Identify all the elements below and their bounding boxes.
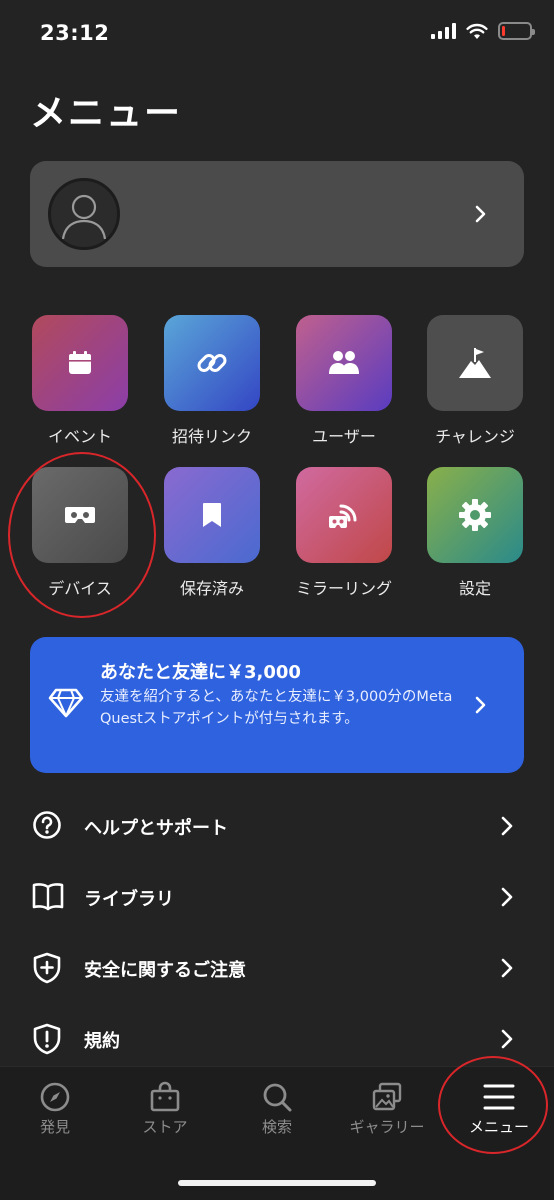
hamburger-menu-icon bbox=[483, 1084, 515, 1110]
nav-label: 検索 bbox=[261, 1118, 292, 1136]
tile-label: 保存済み bbox=[179, 579, 244, 598]
tile-label: 招待リンク bbox=[171, 427, 252, 446]
question-circle-icon bbox=[33, 811, 61, 839]
chevron-right-icon bbox=[501, 816, 513, 836]
chevron-right-icon bbox=[501, 1029, 513, 1049]
tile-users[interactable]: ユーザー bbox=[296, 315, 392, 447]
tile-saved[interactable]: 保存済み bbox=[164, 467, 260, 599]
menu-item-label: ヘルプとサポート bbox=[84, 818, 228, 839]
tile-invite-link[interactable]: 招待リンク bbox=[164, 315, 260, 447]
cellular-signal-icon bbox=[431, 23, 456, 39]
book-icon bbox=[32, 883, 64, 911]
gallery-icon bbox=[372, 1082, 402, 1111]
headset-icon bbox=[65, 507, 95, 523]
tile-label: デバイス bbox=[48, 579, 112, 598]
chevron-right-icon bbox=[501, 887, 513, 907]
menu-item-help-support[interactable]: ヘルプとサポート bbox=[0, 796, 554, 856]
nav-label: 発見 bbox=[39, 1118, 70, 1136]
tile-challenges[interactable]: チャレンジ bbox=[427, 315, 523, 447]
battery-level bbox=[502, 26, 505, 36]
menu-item-library[interactable]: ライブラリ bbox=[0, 867, 554, 927]
shopping-bag-icon bbox=[150, 1081, 180, 1112]
users-icon bbox=[329, 351, 359, 374]
wifi-icon bbox=[466, 23, 488, 39]
menu-item-label: ライブラリ bbox=[84, 889, 174, 910]
menu-item-safety[interactable]: 安全に関するご注意 bbox=[0, 938, 554, 998]
calendar-icon bbox=[69, 351, 91, 374]
tile-devices[interactable]: デバイス bbox=[32, 467, 128, 599]
nav-tab-menu[interactable]: メニュー bbox=[444, 1067, 554, 1147]
menu-item-terms[interactable]: 規約 bbox=[0, 1009, 554, 1069]
battery-icon bbox=[498, 22, 535, 40]
status-time: 23:12 bbox=[40, 21, 110, 45]
promo-body: 友達を紹介すると、あなたと友達に￥3,000分のMeta Questストアポイン… bbox=[100, 689, 453, 727]
chevron-right-icon bbox=[475, 205, 486, 223]
link-icon bbox=[197, 354, 227, 372]
profile-card[interactable] bbox=[30, 161, 524, 267]
tile-label: 設定 bbox=[458, 579, 491, 598]
nav-tab-store[interactable]: ストア bbox=[110, 1067, 220, 1147]
flag-mountain-icon bbox=[459, 348, 491, 378]
tile-label: ユーザー bbox=[312, 427, 376, 446]
promo-title: あなたと友達に￥3,000 bbox=[100, 662, 301, 683]
status-icons bbox=[431, 22, 535, 40]
shield-alert-icon bbox=[33, 1023, 61, 1055]
person-icon bbox=[48, 178, 120, 250]
search-icon bbox=[263, 1083, 292, 1112]
diamond-icon bbox=[48, 688, 84, 718]
tile-label: チャレンジ bbox=[435, 427, 515, 446]
nav-label: ストア bbox=[142, 1118, 188, 1136]
menu-item-label: 規約 bbox=[84, 1031, 120, 1052]
shield-plus-icon bbox=[33, 952, 61, 984]
nav-tab-gallery[interactable]: ギャラリー bbox=[332, 1067, 442, 1147]
bookmark-icon bbox=[203, 503, 221, 527]
page-title: メニュー bbox=[30, 93, 183, 134]
tile-settings[interactable]: 設定 bbox=[427, 467, 523, 599]
gear-icon bbox=[459, 499, 491, 531]
nav-tab-search[interactable]: 検索 bbox=[222, 1067, 332, 1147]
nav-label: メニュー bbox=[468, 1118, 529, 1136]
tile-mirroring[interactable]: ミラーリング bbox=[296, 467, 392, 599]
chevron-right-icon bbox=[475, 696, 486, 714]
tile-label: イベント bbox=[47, 427, 112, 446]
menu-item-label: 安全に関するご注意 bbox=[84, 960, 246, 981]
home-indicator bbox=[178, 1180, 376, 1186]
referral-promo-banner[interactable]: あなたと友達に￥3,000 友達を紹介すると、あなたと友達に￥3,000分のMe… bbox=[30, 637, 524, 773]
tile-events[interactable]: イベント bbox=[32, 315, 128, 447]
tile-label: ミラーリング bbox=[295, 579, 392, 598]
cast-icon bbox=[329, 504, 357, 528]
status-bar: 23:12 bbox=[0, 0, 554, 66]
nav-tab-explore[interactable]: 発見 bbox=[0, 1067, 110, 1147]
chevron-right-icon bbox=[501, 958, 513, 978]
nav-label: ギャラリー bbox=[349, 1118, 425, 1136]
compass-icon bbox=[40, 1082, 70, 1112]
